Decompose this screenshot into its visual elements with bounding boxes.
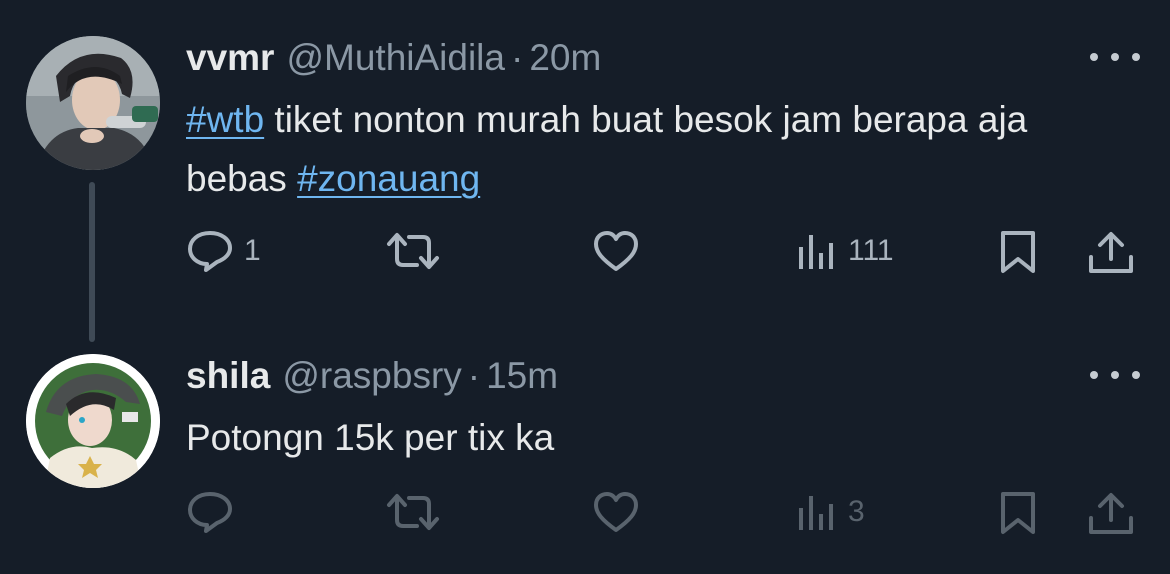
bookmark-button[interactable] [998,229,1038,275]
views-count: 111 [848,234,894,267]
reply-count: 1 [244,234,261,267]
retweet-button[interactable] [385,229,441,273]
bookmark-button[interactable] [998,490,1038,536]
views-button[interactable]: 111 [796,229,894,273]
thread-connector-line [89,182,95,342]
share-button[interactable] [1086,229,1136,275]
share-upload-icon [1089,493,1133,534]
tweet-text-segment: Potongn 15k per tix ka [186,417,555,458]
comment-bubble-icon [188,231,232,272]
more-options-icon[interactable] [1090,360,1140,390]
bookmark-icon [1001,231,1035,273]
like-button[interactable] [592,229,640,273]
user-handle[interactable]: @MuthiAidila [286,36,505,80]
views-count: 3 [848,495,865,528]
user-handle[interactable]: @raspbsry [282,354,461,398]
bar-chart-icon [799,496,833,530]
timestamp[interactable]: 15m [486,354,558,398]
avatar-photo-icon [26,354,160,488]
retweet-button[interactable] [385,490,441,534]
avatar-photo-icon [26,36,160,170]
share-upload-icon [1089,232,1133,273]
bar-chart-icon [799,235,833,269]
more-options-icon[interactable] [1090,42,1140,72]
hashtag-link[interactable]: #zonauang [297,158,480,199]
hashtag-link[interactable]: #wtb [186,99,264,140]
display-name[interactable]: vvmr [186,36,274,80]
tweet-header: vvmr @MuthiAidila · 20m [186,36,601,80]
tweet-text: #wtb tiket nonton murah buat besok jam b… [186,90,1086,208]
retweet-arrows-icon [387,233,439,269]
separator-dot: · [510,37,524,78]
tweet-1[interactable]: vvmr @MuthiAidila · 20m #wtb tiket nonto… [0,0,1170,342]
tweet-text: Potongn 15k per tix ka [186,408,1086,467]
retweet-arrows-icon [387,494,439,530]
separator-dot: · [467,355,481,396]
avatar[interactable] [26,354,160,488]
reply-button[interactable] [186,490,244,534]
reply-button[interactable]: 1 [186,229,261,273]
views-button[interactable]: 3 [796,490,865,534]
avatar[interactable] [26,36,160,170]
heart-icon [594,231,638,271]
display-name[interactable]: shila [186,354,270,398]
comment-bubble-icon [188,492,232,533]
like-button[interactable] [592,490,640,534]
tweet-header: shila @raspbsry · 15m [186,354,558,398]
share-button[interactable] [1086,490,1136,536]
bookmark-icon [1001,492,1035,534]
heart-icon [594,492,638,532]
timestamp[interactable]: 20m [529,36,601,80]
